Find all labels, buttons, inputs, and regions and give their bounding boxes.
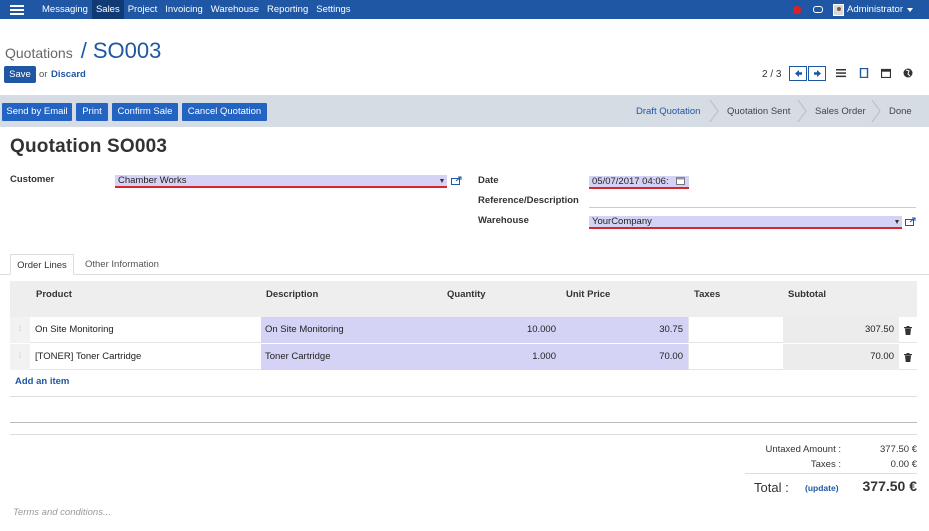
- or-label: or: [39, 69, 48, 80]
- arrow-right-icon: [813, 70, 821, 77]
- untaxed-amount-label: Untaxed Amount :: [765, 444, 841, 455]
- col-product[interactable]: Product: [36, 289, 72, 300]
- drag-handle-icon[interactable]: ⁞: [10, 344, 30, 370]
- reference-label: Reference/Description: [478, 195, 579, 206]
- cell-unit-price[interactable]: 30.75: [561, 317, 688, 343]
- col-subtotal[interactable]: Subtotal: [788, 289, 826, 300]
- chevron-right-icon: [871, 100, 881, 122]
- update-link[interactable]: (update): [805, 483, 839, 493]
- add-item-link[interactable]: Add an item: [15, 376, 69, 387]
- status-quotation-sent[interactable]: Quotation Sent: [727, 103, 790, 120]
- calendar-icon[interactable]: [676, 177, 685, 185]
- required-underline: [589, 187, 689, 189]
- menu-settings[interactable]: Settings: [312, 0, 354, 19]
- reference-field[interactable]: [589, 207, 916, 208]
- dropdown-caret-icon[interactable]: [895, 220, 899, 224]
- cell-quantity[interactable]: 1.000: [400, 344, 561, 370]
- total-label: Total :: [754, 480, 789, 495]
- user-area: Administrator: [793, 0, 929, 19]
- status-draft-quotation[interactable]: Draft Quotation: [636, 103, 700, 120]
- chevron-right-icon: [797, 100, 807, 122]
- section-divider: [10, 422, 917, 423]
- cancel-quotation-button[interactable]: Cancel Quotation: [182, 103, 267, 121]
- col-taxes[interactable]: Taxes: [694, 289, 720, 300]
- menu-warehouse[interactable]: Warehouse: [207, 0, 263, 19]
- required-underline: [115, 186, 447, 188]
- list-view-icon[interactable]: [836, 68, 846, 78]
- col-unit-price[interactable]: Unit Price: [566, 289, 610, 300]
- cell-taxes[interactable]: [688, 317, 783, 343]
- status-sales-order[interactable]: Sales Order: [815, 103, 866, 120]
- dropdown-caret-icon[interactable]: [440, 179, 444, 183]
- menu-sales[interactable]: Sales: [91, 0, 124, 19]
- cell-quantity[interactable]: 10.000: [400, 317, 561, 343]
- apps-menu-icon[interactable]: [0, 0, 34, 19]
- tab-other-information[interactable]: Other Information: [85, 254, 159, 275]
- totals-divider: [745, 473, 917, 474]
- external-link-icon[interactable]: [451, 176, 462, 185]
- calendar-view-icon[interactable]: [881, 68, 891, 78]
- status-done[interactable]: Done: [889, 103, 912, 120]
- trash-icon[interactable]: [904, 326, 912, 335]
- cell-unit-price[interactable]: 70.00: [561, 344, 688, 370]
- breadcrumb-separator: /: [80, 38, 87, 63]
- breadcrumb: Quotations / SO003: [5, 38, 161, 64]
- warehouse-label: Warehouse: [478, 215, 529, 226]
- col-description[interactable]: Description: [266, 289, 318, 300]
- menu-reporting[interactable]: Reporting: [263, 0, 312, 19]
- cell-taxes[interactable]: [688, 344, 783, 370]
- confirm-sale-button[interactable]: Confirm Sale: [112, 103, 178, 121]
- top-navbar: Messaging Sales Project Invoicing Wareho…: [0, 0, 929, 19]
- terms-and-conditions-field[interactable]: Terms and conditions...: [13, 507, 111, 518]
- avatar[interactable]: [833, 3, 845, 16]
- untaxed-amount-value: 377.50 €: [880, 444, 917, 455]
- cell-product[interactable]: On Site Monitoring: [35, 317, 261, 343]
- save-button[interactable]: Save: [4, 66, 36, 83]
- pager-next-button[interactable]: [808, 66, 826, 81]
- breadcrumb-quotations[interactable]: Quotations: [5, 45, 73, 61]
- section-divider: [10, 434, 917, 435]
- main-menu: Messaging Sales Project Invoicing Wareho…: [34, 0, 355, 19]
- customer-label: Customer: [10, 174, 55, 185]
- chevron-down-icon[interactable]: [907, 7, 913, 12]
- taxes-label: Taxes :: [810, 459, 841, 470]
- tab-order-lines[interactable]: Order Lines: [10, 254, 74, 275]
- total-value: 377.50 €: [862, 478, 918, 494]
- chevron-right-icon: [709, 100, 719, 122]
- cell-subtotal: 70.00: [783, 344, 899, 370]
- cell-product[interactable]: [TONER] Toner Cartridge: [35, 344, 261, 370]
- menu-messaging[interactable]: Messaging: [38, 0, 92, 19]
- col-quantity[interactable]: Quantity: [447, 289, 486, 300]
- user-name[interactable]: Administrator: [847, 4, 903, 15]
- pager-value: 2 / 3: [762, 69, 782, 80]
- discard-button[interactable]: Discard: [51, 69, 86, 80]
- external-link-icon[interactable]: [905, 217, 916, 226]
- required-underline: [589, 227, 902, 229]
- date-label: Date: [478, 175, 499, 186]
- menu-project[interactable]: Project: [124, 0, 162, 19]
- cell-subtotal: 307.50: [783, 317, 899, 343]
- arrow-left-icon: [794, 70, 802, 77]
- menu-invoicing[interactable]: Invoicing: [161, 0, 207, 19]
- trash-icon[interactable]: [904, 353, 912, 362]
- drag-handle-icon[interactable]: ⁞: [10, 317, 30, 343]
- chat-icon[interactable]: [813, 6, 824, 13]
- form-view-icon[interactable]: [859, 68, 869, 78]
- send-by-email-button[interactable]: Send by Email: [2, 103, 72, 121]
- page-title: Quotation SO003: [10, 136, 168, 157]
- pager-prev-button[interactable]: [789, 66, 807, 81]
- bug-icon[interactable]: [793, 5, 802, 14]
- taxes-value: 0.00 €: [890, 459, 917, 470]
- print-button[interactable]: Print: [76, 103, 108, 121]
- map-view-icon[interactable]: [903, 68, 913, 78]
- breadcrumb-current: SO003: [92, 38, 162, 63]
- table-bottom-divider: [10, 396, 917, 397]
